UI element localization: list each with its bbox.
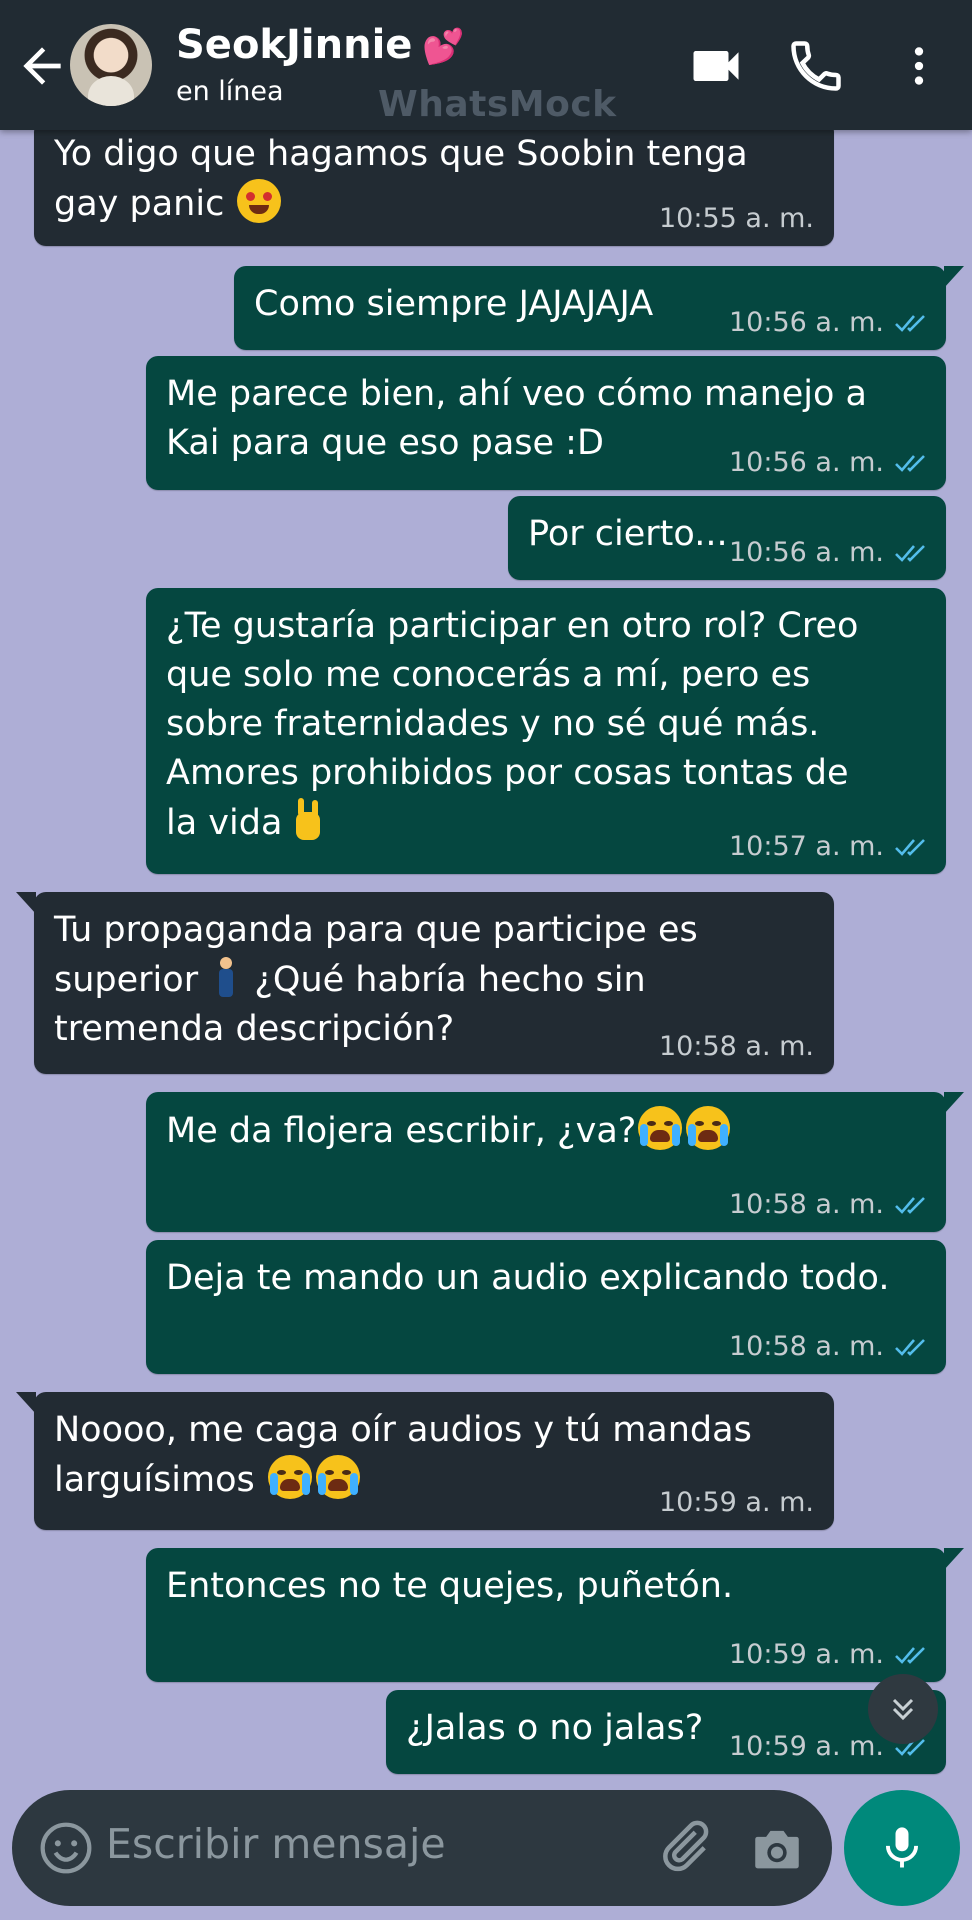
avatar[interactable] bbox=[70, 24, 152, 106]
star-eyes-emoji bbox=[237, 179, 282, 223]
message-time: 10:58 a. m. bbox=[729, 1189, 884, 1220]
read-receipt-icon bbox=[895, 545, 925, 562]
message-time: 10:56 a. m. bbox=[729, 447, 884, 478]
message-text: ¿Jalas o no jalas? bbox=[406, 1708, 704, 1748]
video-call-icon[interactable] bbox=[686, 36, 746, 96]
message-outgoing[interactable]: ¿Te gustaría participar en otro rol? Cre… bbox=[146, 588, 946, 874]
crying-emoji bbox=[315, 1455, 360, 1499]
message-text: Como siempre JAJAJAJA bbox=[254, 284, 654, 324]
message-time: 10:57 a. m. bbox=[729, 831, 884, 862]
read-receipt-icon bbox=[895, 839, 925, 856]
message-outgoing[interactable]: ¿Jalas o no jalas? 10:59 a. m. bbox=[386, 1690, 946, 1774]
message-outgoing[interactable]: Me parece bien, ahí veo cómo manejo a Ka… bbox=[146, 356, 946, 490]
crying-emoji bbox=[686, 1106, 731, 1150]
person-standing-emoji bbox=[211, 955, 241, 999]
message-outgoing[interactable]: Entonces no te quejes, puñetón. 10:59 a.… bbox=[146, 1548, 964, 1682]
contact-name-text: SeokJinnie bbox=[176, 22, 413, 68]
message-time: 10:55 a. m. bbox=[659, 203, 814, 234]
attach-icon[interactable] bbox=[654, 1816, 714, 1876]
read-receipt-icon bbox=[895, 455, 925, 472]
phone-call-icon[interactable] bbox=[786, 36, 846, 96]
read-receipt-icon bbox=[895, 1197, 925, 1214]
emoji-icon[interactable] bbox=[38, 1820, 94, 1876]
message-time: 10:59 a. m. bbox=[729, 1731, 884, 1762]
message-incoming[interactable]: Yo digo que hagamos que Soobin tenga gay… bbox=[34, 120, 834, 246]
read-receipt-icon bbox=[895, 1339, 925, 1356]
scroll-down-button[interactable] bbox=[868, 1674, 938, 1744]
watermark: WhatsMock bbox=[378, 84, 617, 125]
scroll-down-icon bbox=[892, 1698, 914, 1721]
rock-hand-emoji bbox=[284, 798, 328, 842]
message-time: 10:58 a. m. bbox=[729, 1331, 884, 1362]
message-outgoing[interactable]: Deja te mando un audio explicando todo. … bbox=[146, 1240, 946, 1374]
message-input[interactable]: Escribir mensaje bbox=[106, 1820, 446, 1868]
heart-emoji: 💕 bbox=[422, 27, 465, 67]
crying-emoji bbox=[267, 1455, 312, 1499]
message-incoming[interactable]: Tu propaganda para que participe es supe… bbox=[16, 892, 834, 1074]
back-arrow-icon[interactable] bbox=[14, 38, 70, 94]
voice-message-button[interactable] bbox=[844, 1790, 960, 1906]
camera-icon[interactable] bbox=[748, 1820, 806, 1878]
message-outgoing[interactable]: Como siempre JAJAJAJA 10:56 a. m. bbox=[234, 266, 964, 350]
message-time: 10:58 a. m. bbox=[659, 1031, 814, 1062]
contact-name[interactable]: SeokJinnie 💕 bbox=[176, 22, 465, 68]
message-outgoing[interactable]: Por cierto... 10:56 a. m. bbox=[508, 496, 946, 580]
message-time: 10:59 a. m. bbox=[729, 1639, 884, 1670]
message-outgoing[interactable]: Me da flojera escribir, ¿va? 10:58 a. m. bbox=[146, 1092, 964, 1232]
message-text: Noooo, me caga oír audios y tú mandas la… bbox=[54, 1410, 752, 1500]
crying-emoji bbox=[638, 1106, 683, 1150]
message-text: Yo digo que hagamos que Soobin tenga gay… bbox=[54, 134, 748, 224]
message-text: Me da flojera escribir, ¿va? bbox=[166, 1111, 637, 1151]
more-options-icon[interactable] bbox=[894, 36, 944, 96]
message-text: Deja te mando un audio explicando todo. bbox=[166, 1258, 890, 1298]
message-incoming[interactable]: Noooo, me caga oír audios y tú mandas la… bbox=[16, 1392, 834, 1530]
contact-status: en línea bbox=[176, 76, 284, 107]
message-time: 10:59 a. m. bbox=[659, 1487, 814, 1518]
read-receipt-icon bbox=[895, 1647, 925, 1664]
chat-messages[interactable]: Yo digo que hagamos que Soobin tenga gay… bbox=[0, 0, 972, 1780]
message-input-bar: Escribir mensaje bbox=[12, 1790, 832, 1906]
message-text: Por cierto... bbox=[528, 514, 728, 554]
message-text: Entonces no te quejes, puñetón. bbox=[166, 1566, 734, 1606]
message-time: 10:56 a. m. bbox=[729, 307, 884, 338]
microphone-icon bbox=[885, 1827, 919, 1868]
message-time: 10:56 a. m. bbox=[729, 537, 884, 568]
read-receipt-icon bbox=[895, 315, 925, 332]
message-text: ¿Te gustaría participar en otro rol? Cre… bbox=[166, 606, 859, 843]
